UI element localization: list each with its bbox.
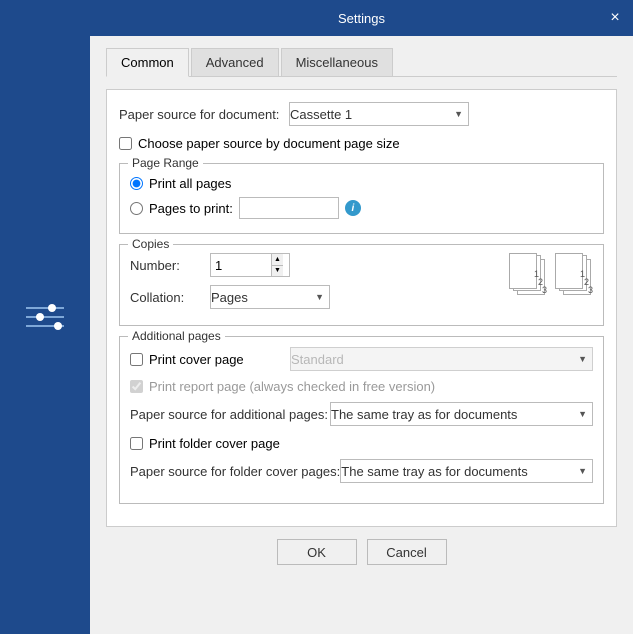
- slider-thumb-3: [54, 322, 62, 330]
- paper-source-additional-select[interactable]: The same tray as for documents Cassette …: [330, 402, 593, 426]
- paper-source-additional-label: Paper source for additional pages:: [130, 407, 330, 422]
- spin-buttons: ▲ ▼: [271, 254, 283, 276]
- ok-button[interactable]: OK: [277, 539, 357, 565]
- tab-advanced[interactable]: Advanced: [191, 48, 279, 76]
- cover-style-select[interactable]: Standard Custom: [290, 347, 593, 371]
- common-panel: Paper source for document: Cassette 1 Tr…: [106, 89, 617, 527]
- pages-to-print-input[interactable]: [239, 197, 339, 219]
- slider-thumb-2: [36, 313, 44, 321]
- slider-track-1: [26, 307, 64, 309]
- print-all-pages-label: Print all pages: [149, 176, 231, 191]
- number-spinner: ▲ ▼: [210, 253, 290, 277]
- report-page-row: Print report page (always checked in fre…: [130, 379, 593, 394]
- pages-to-print-radio[interactable]: [130, 202, 143, 215]
- sidebar: [0, 0, 90, 634]
- paper-source-row: Paper source for document: Cassette 1 Tr…: [119, 102, 604, 126]
- choose-paper-source-row: Choose paper source by document page siz…: [119, 136, 604, 151]
- title-bar: Settings ×: [90, 0, 633, 36]
- additional-pages-label: Additional pages: [128, 329, 225, 343]
- print-cover-page-label: Print cover page: [149, 352, 244, 367]
- collation-row: Collation: Pages Copies: [130, 285, 489, 309]
- copies-icons: 3 2 1 3 2 1: [509, 253, 593, 297]
- pages-to-print-label: Pages to print:: [149, 201, 233, 216]
- pages-to-print-row: Pages to print: i: [130, 197, 593, 219]
- page-range-options: Print all pages Pages to print: i: [130, 176, 593, 219]
- print-folder-cover-label: Print folder cover page: [149, 436, 280, 451]
- print-folder-cover-checkbox[interactable]: [130, 437, 143, 450]
- dialog-content: Common Advanced Miscellaneous Paper sour…: [90, 36, 633, 634]
- uncollated-icon: 3 2 1: [555, 253, 593, 297]
- dialog-title: Settings: [338, 11, 385, 26]
- print-all-pages-row: Print all pages: [130, 176, 593, 191]
- cover-page-checkbox-area: Print cover page: [130, 352, 290, 367]
- print-all-pages-radio[interactable]: [130, 177, 143, 190]
- close-button[interactable]: ×: [605, 8, 625, 28]
- number-input[interactable]: [211, 254, 271, 276]
- print-report-page-checkbox: [130, 380, 143, 393]
- collated-num3: 1: [534, 269, 539, 279]
- paper-source-folder-label: Paper source for folder cover pages:: [130, 464, 340, 479]
- cover-page-row: Print cover page Standard Custom: [130, 347, 593, 371]
- cancel-button[interactable]: Cancel: [367, 539, 447, 565]
- settings-dialog: Settings × Common Advanced Miscellaneous…: [90, 0, 633, 634]
- tab-bar: Common Advanced Miscellaneous: [106, 48, 617, 77]
- paper-source-select-wrapper: Cassette 1 Tray 1 Tray 2 Manual: [289, 102, 469, 126]
- choose-paper-source-checkbox[interactable]: [119, 137, 132, 150]
- folder-cover-row: Print folder cover page: [130, 436, 593, 451]
- collated-icon: 3 2 1: [509, 253, 547, 297]
- slider-track-2: [26, 316, 64, 318]
- bottom-buttons: OK Cancel: [106, 527, 617, 577]
- collation-select[interactable]: Pages Copies: [210, 285, 330, 309]
- settings-icon: [26, 307, 64, 327]
- paper-source-select[interactable]: Cassette 1 Tray 1 Tray 2 Manual: [289, 102, 469, 126]
- paper-source-additional-row: Paper source for additional pages: The s…: [130, 402, 593, 426]
- number-row: Number: ▲ ▼: [130, 253, 489, 277]
- page-range-group: Page Range Print all pages Pages to prin…: [119, 163, 604, 234]
- tab-common[interactable]: Common: [106, 48, 189, 77]
- print-report-page-label: Print report page (always checked in fre…: [149, 379, 435, 394]
- paper-source-label: Paper source for document:: [119, 107, 289, 122]
- info-icon[interactable]: i: [345, 200, 361, 216]
- additional-pages-group: Additional pages Print cover page Standa…: [119, 336, 604, 504]
- print-cover-page-checkbox[interactable]: [130, 353, 143, 366]
- copies-group: Copies Number: ▲ ▼: [119, 244, 604, 326]
- choose-paper-source-label: Choose paper source by document page siz…: [138, 136, 400, 151]
- spin-up-button[interactable]: ▲: [272, 254, 283, 266]
- paper-source-additional-wrapper: The same tray as for documents Cassette …: [330, 402, 593, 426]
- slider-track-3: [26, 325, 64, 327]
- paper-source-folder-select[interactable]: The same tray as for documents Cassette …: [340, 459, 593, 483]
- page-range-label: Page Range: [128, 156, 203, 170]
- uncollated-num3: 1: [580, 269, 585, 279]
- collation-select-wrapper: Pages Copies: [210, 285, 330, 309]
- paper-source-folder-row: Paper source for folder cover pages: The…: [130, 459, 593, 483]
- slider-thumb-1: [48, 304, 56, 312]
- spin-down-button[interactable]: ▼: [272, 266, 283, 277]
- paper-source-folder-wrapper: The same tray as for documents Cassette …: [340, 459, 593, 483]
- collation-label: Collation:: [130, 290, 210, 305]
- cover-style-wrapper: Standard Custom: [290, 347, 593, 371]
- number-label: Number:: [130, 258, 210, 273]
- copies-label: Copies: [128, 237, 173, 251]
- tab-miscellaneous[interactable]: Miscellaneous: [281, 48, 393, 76]
